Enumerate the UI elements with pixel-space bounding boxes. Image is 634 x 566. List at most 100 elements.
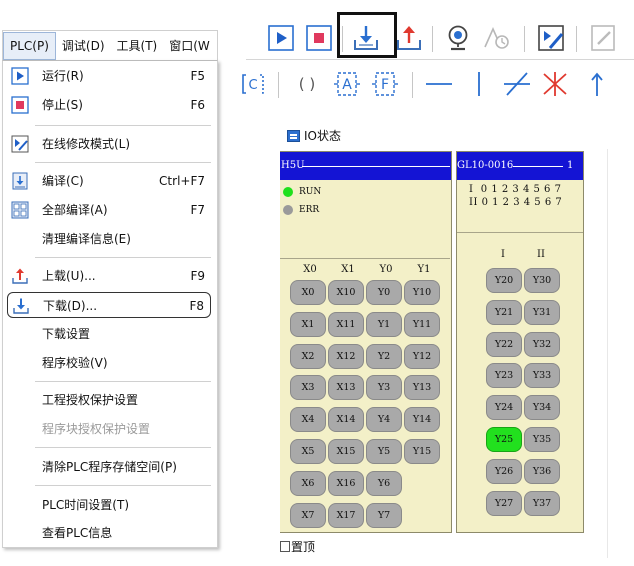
io-point-y20[interactable]: Y20: [486, 268, 522, 293]
io-point-x6[interactable]: X6: [290, 470, 326, 496]
io-point-y4[interactable]: Y4: [366, 407, 402, 433]
menu-item-download[interactable]: 下载(D)... F8: [7, 292, 211, 318]
topmost-checkbox-box[interactable]: [280, 540, 290, 552]
gl10-panel: GL10-0016 1 I 0 1 2 3 4 5 6 7 II 0 1 2 3…: [456, 151, 584, 533]
io-point-y23[interactable]: Y23: [486, 363, 522, 389]
io-point-y22[interactable]: Y22: [486, 331, 522, 357]
menu-item-plc-time[interactable]: PLC时间设置(T): [3, 492, 219, 518]
menu-separator: [35, 257, 211, 258]
timer-icon[interactable]: [482, 23, 512, 53]
toolbar-row-2: C ( ) A F: [242, 62, 634, 106]
io-point-x12[interactable]: X12: [328, 343, 364, 369]
topmost-checkbox[interactable]: 置顶: [280, 538, 315, 554]
menu-item-download-settings[interactable]: 下载设置: [3, 321, 219, 347]
io-point-y5[interactable]: Y5: [366, 439, 402, 464]
online-edit-icon[interactable]: [536, 23, 566, 53]
io-point-y31[interactable]: Y31: [524, 299, 560, 325]
panel-divider: [280, 258, 450, 259]
io-point-x7[interactable]: X7: [290, 502, 326, 528]
horizontal-line-icon[interactable]: [424, 69, 454, 99]
delete-vertical-line-icon[interactable]: [540, 69, 570, 99]
coil-c-icon[interactable]: C: [240, 69, 266, 99]
menu-item-run[interactable]: 运行(R) F5: [3, 63, 219, 89]
menu-item-clear-plc-memory[interactable]: 清除PLC程序存储空间(P): [3, 454, 219, 480]
run-icon[interactable]: [266, 23, 296, 53]
io-point-y6[interactable]: Y6: [366, 470, 402, 496]
io-point-y12[interactable]: Y12: [404, 343, 440, 369]
io-point-y33[interactable]: Y33: [524, 363, 560, 389]
io-point-y37[interactable]: Y37: [524, 490, 560, 516]
io-point-y11[interactable]: Y11: [404, 311, 440, 337]
toolbar-separator: [524, 26, 525, 52]
toolbar-separator: [278, 72, 279, 98]
menu-window[interactable]: 窗口(W: [163, 31, 216, 60]
menu-item-compile-all[interactable]: 全部编译(A) F7: [3, 197, 219, 223]
edit-doc-icon[interactable]: [588, 23, 618, 53]
err-led: [283, 205, 293, 215]
menu-tools[interactable]: 工具(T): [111, 31, 164, 60]
io-point-x15[interactable]: X15: [328, 439, 364, 464]
stop-icon[interactable]: [304, 23, 334, 53]
col-header-y0: Y0: [379, 264, 393, 275]
monitor-webcam-icon[interactable]: [443, 23, 473, 53]
io-point-x13[interactable]: X13: [328, 375, 364, 401]
io-point-y26[interactable]: Y26: [486, 458, 522, 484]
io-point-x2[interactable]: X2: [290, 343, 326, 369]
upload-icon[interactable]: [394, 23, 424, 53]
svg-text:( ): ( ): [299, 75, 315, 93]
io-point-y27[interactable]: Y27: [486, 490, 522, 516]
coil-icon[interactable]: ( ): [292, 69, 322, 99]
io-point-y3[interactable]: Y3: [366, 375, 402, 401]
panel-divider: [457, 232, 583, 233]
io-point-x16[interactable]: X16: [328, 470, 364, 496]
io-point-x3[interactable]: X3: [290, 375, 326, 401]
menu-plc[interactable]: PLC(P): [3, 31, 56, 60]
io-status-window: IO状态 H5U RUN ERR X0 X1 Y0 Y1 X0 X10 Y0 Y10 X…: [280, 123, 608, 558]
io-point-y35[interactable]: Y35: [524, 427, 560, 452]
io-point-y1[interactable]: Y1: [366, 311, 402, 337]
menu-separator: [35, 447, 211, 448]
io-point-x1[interactable]: X1: [290, 311, 326, 337]
menu-item-clean-compile[interactable]: 清理编译信息(E): [3, 226, 219, 252]
io-point-y30[interactable]: Y30: [524, 268, 560, 293]
io-point-x0[interactable]: X0: [290, 280, 326, 305]
io-point-y25[interactable]: Y25: [486, 427, 522, 452]
gl10-panel-header: GL10-0016 1: [457, 152, 583, 180]
svg-text:A: A: [342, 77, 352, 93]
menu-item-upload[interactable]: 上载(U)... F9: [3, 263, 219, 289]
download-icon: [13, 298, 29, 314]
io-point-y0[interactable]: Y0: [366, 280, 402, 305]
svg-text:F: F: [381, 77, 389, 93]
menu-item-program-verify[interactable]: 程序校验(V): [3, 350, 219, 376]
menu-item-compile[interactable]: 编译(C) Ctrl+F7: [3, 168, 219, 194]
io-row-i: I 0 1 2 3 4 5 6 7: [469, 184, 562, 195]
menu-debug[interactable]: 调试(D): [56, 31, 111, 60]
col-header-x0: X0: [303, 264, 317, 275]
io-point-x14[interactable]: X14: [328, 407, 364, 433]
io-point-y34[interactable]: Y34: [524, 395, 560, 421]
io-point-y10[interactable]: Y10: [404, 280, 440, 305]
io-point-x17[interactable]: X17: [328, 502, 364, 528]
io-point-y21[interactable]: Y21: [486, 299, 522, 325]
io-point-y13[interactable]: Y13: [404, 375, 440, 401]
io-point-y2[interactable]: Y2: [366, 343, 402, 369]
io-point-x4[interactable]: X4: [290, 407, 326, 433]
io-point-y14[interactable]: Y14: [404, 407, 440, 433]
vertical-line-icon[interactable]: [464, 69, 494, 99]
function-a-icon[interactable]: A: [332, 69, 362, 99]
io-point-y24[interactable]: Y24: [486, 395, 522, 421]
rising-edge-icon[interactable]: [582, 69, 612, 99]
io-point-y32[interactable]: Y32: [524, 331, 560, 357]
menu-item-stop[interactable]: 停止(S) F6: [3, 92, 219, 118]
delete-horizontal-line-icon[interactable]: [502, 69, 532, 99]
io-point-y15[interactable]: Y15: [404, 439, 440, 464]
io-point-y7[interactable]: Y7: [366, 502, 402, 528]
menu-item-online-edit[interactable]: 在线修改模式(L): [3, 131, 219, 157]
io-point-x11[interactable]: X11: [328, 311, 364, 337]
menu-item-project-license[interactable]: 工程授权保护设置: [3, 387, 219, 413]
menu-item-plc-info[interactable]: 查看PLC信息: [3, 520, 219, 546]
io-point-x5[interactable]: X5: [290, 439, 326, 464]
function-f-icon[interactable]: F: [370, 69, 400, 99]
io-point-y36[interactable]: Y36: [524, 458, 560, 484]
io-point-x10[interactable]: X10: [328, 280, 364, 305]
